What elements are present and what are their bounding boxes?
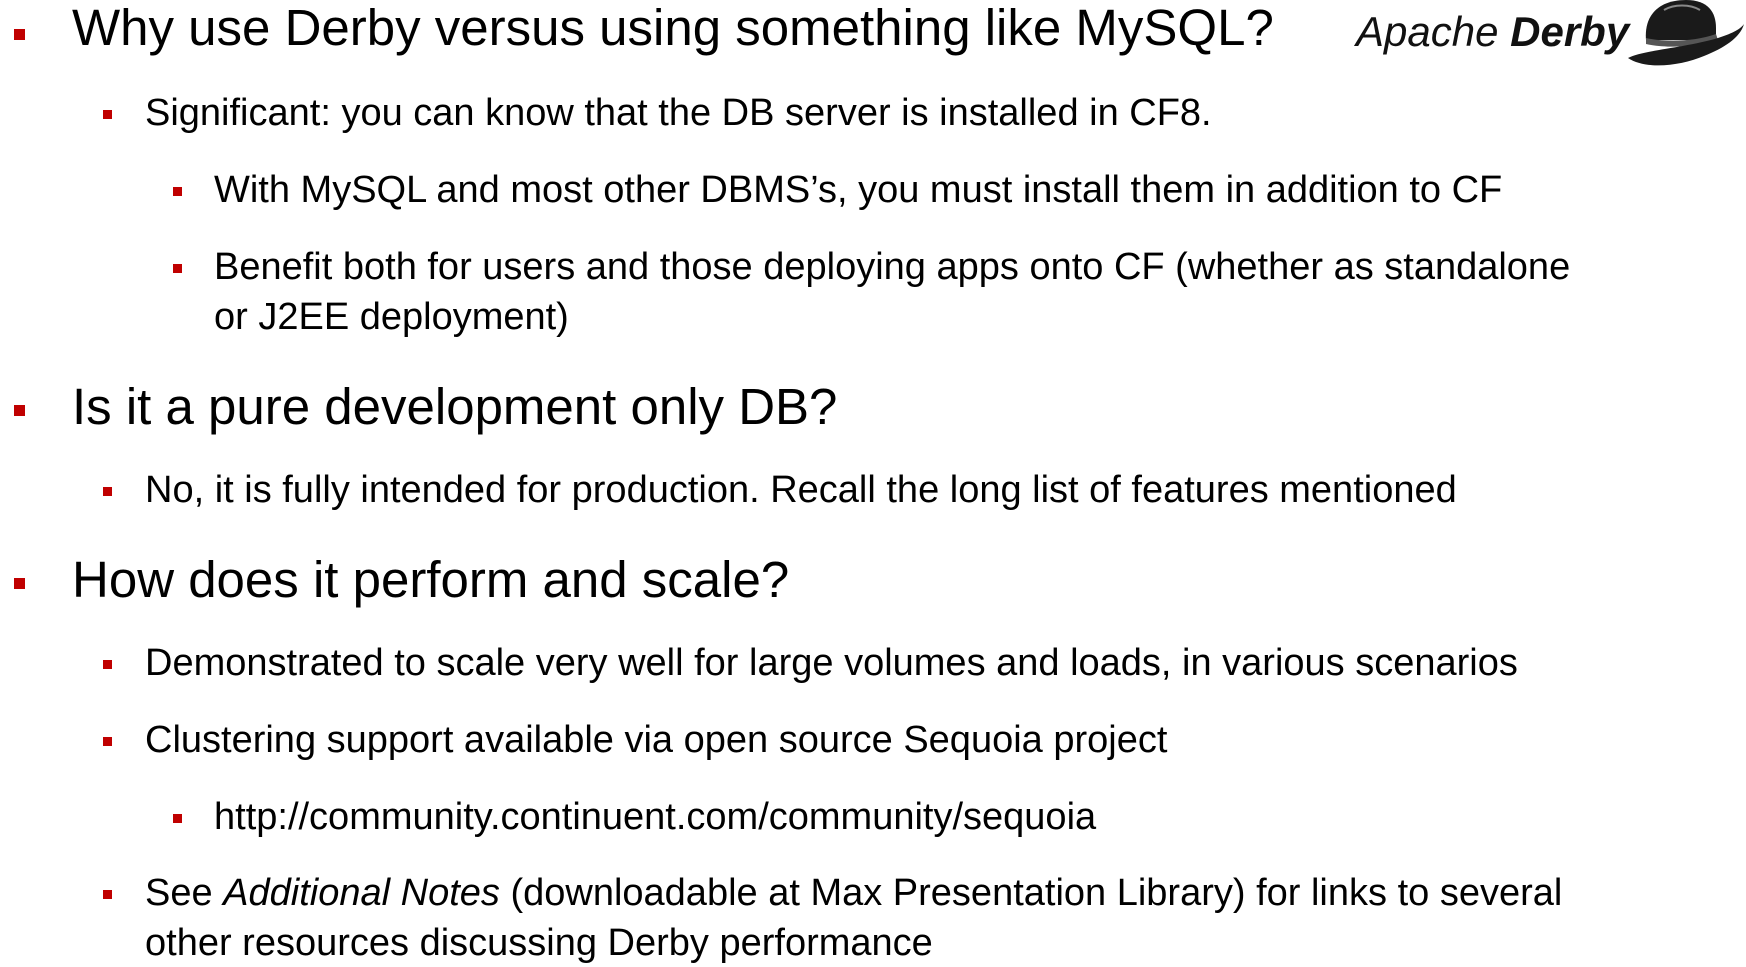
bullet-text-level3: Benefit both for users and those deployi…	[214, 246, 1571, 288]
bullet-text-level1: How does it perform and scale?	[72, 551, 790, 608]
derby-hat-icon	[1628, 0, 1744, 66]
bullet-level2	[103, 487, 112, 496]
text-segment: See	[145, 872, 224, 914]
bullet-text-level2: Significant: you can know that the DB se…	[145, 92, 1212, 134]
additional-notes-title: Additional Notes	[223, 872, 500, 914]
bullet-level1	[14, 405, 25, 416]
bullet-text-level3-continuation: or J2EE deployment)	[214, 296, 569, 338]
bullet-level2	[103, 737, 112, 746]
sequoia-url-text: http://community.continuent.com/communit…	[214, 796, 1097, 838]
bullet-level3	[173, 814, 182, 823]
bullet-level2	[103, 660, 112, 669]
bullet-text-level1: Why use Derby versus using something lik…	[72, 0, 1274, 56]
bullet-text-level3: With MySQL and most other DBMS’s, you mu…	[214, 169, 1503, 211]
bullet-text-level2: See Additional Notes (downloadable at Ma…	[145, 872, 1562, 915]
text-segment: (downloadable at Max Presentation Librar…	[499, 872, 1563, 914]
bullet-text-level2-continuation: other resources discussing Derby perform…	[145, 922, 933, 964]
bullet-level2	[103, 110, 112, 119]
logo-word-apache: Apache	[1356, 8, 1499, 55]
apache-derby-logo: Apache Derby	[1356, 0, 1746, 80]
bullet-level1	[14, 578, 25, 589]
bullet-text-level2: Clustering support available via open so…	[145, 719, 1168, 761]
slide: Apache Derby Why use Derby versus using …	[0, 0, 1746, 967]
bullet-text-level1: Is it a pure development only DB?	[72, 378, 838, 435]
bullet-level1	[14, 29, 25, 40]
bullet-text-level2: Demonstrated to scale very well for larg…	[145, 642, 1518, 684]
bullet-level3	[173, 264, 182, 273]
bullet-level3	[173, 187, 182, 196]
bullet-text-level2: No, it is fully intended for production.…	[145, 469, 1457, 511]
bullet-level2	[103, 890, 112, 899]
logo-word-derby: Derby	[1510, 8, 1630, 55]
logo-wordmark: Apache Derby	[1356, 8, 1629, 56]
